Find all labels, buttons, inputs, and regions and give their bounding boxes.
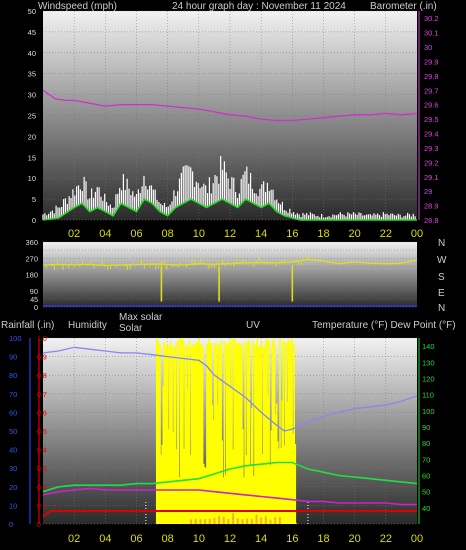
wind-tick-label: 50 [28,7,36,16]
time-tick-label-top: 22 [380,228,392,240]
humidity-axis-title: Humidity [68,320,107,331]
time-tick-label-top: 18 [317,228,329,240]
humidity-tick-label: 70 [9,390,17,399]
baro-tick-label: 28.8 [424,216,439,225]
temperature-tick-label: 100 [422,407,435,416]
direction-tick-label: 45 [30,297,38,304]
baro-tick-label: 29.6 [424,101,439,110]
baro-tick-label: 29.8 [424,72,439,81]
direction-tick-label: 0 [34,303,38,312]
time-tick-label-top: 02 [68,228,80,240]
humidity-tick-label: 50 [9,427,17,436]
baro-tick-label: 30.1 [424,29,439,38]
humidity-tick-label: 10 [9,501,17,510]
temperature-tick-label: 70 [422,455,430,464]
solar-title: Solar [119,323,143,334]
rain-axis-title: Rainfall (.in) [1,320,54,331]
temperature-tick-label: 140 [422,342,435,351]
direction-tick-label: 180 [25,271,38,280]
uv-title: UV [246,320,260,331]
max-solar-title: Max solar [119,312,163,323]
graph-title: 24 hour graph day : November 11 2024 [172,1,346,12]
baro-tick-label: 29.2 [424,158,439,167]
time-tick-label-top: 06 [130,228,142,240]
temperature-tick-label: 120 [422,374,435,383]
time-tick-label-bottom: 18 [317,533,329,545]
baro-tick-label: 30 [424,43,432,52]
time-tick-label-bottom: 16 [286,533,298,545]
direction-tick-label: 270 [25,254,38,263]
time-tick-label-top: 10 [193,228,205,240]
compass-e: E [438,288,445,299]
wind-tick-label: 40 [28,49,36,58]
compass-n-top: N [438,238,445,249]
time-tick-label-bottom: 10 [193,533,205,545]
baro-tick-label: 29.3 [424,144,439,153]
wind-tick-label: 20 [28,132,36,141]
humidity-tick-label: 80 [9,371,17,380]
wind-axis-title: Windspeed (mph) [38,1,117,12]
time-tick-label-bottom: 00 [411,533,423,545]
baro-tick-label: 29.9 [424,57,439,66]
wind-tick-label: 10 [28,174,36,183]
wind-tick-label: 30 [28,91,36,100]
baro-tick-label: 29 [424,187,432,196]
wind-tick-label: 15 [28,153,36,162]
time-tick-label-top: 04 [99,228,111,240]
baro-tick-label: 29.4 [424,130,439,139]
temperature-tick-label: 50 [422,488,430,497]
temperature-tick-label: 110 [422,391,434,400]
temperature-tick-label: 130 [422,358,435,367]
time-tick-label-top: 14 [255,228,267,240]
wind-tick-label: 0 [32,216,36,225]
humidity-tick-label: 20 [9,483,17,492]
humidity-tick-label: 100 [9,334,22,343]
time-tick-label-bottom: 20 [349,533,361,545]
temperature-tick-label: 40 [422,504,430,513]
baro-tick-label: 29.7 [424,86,439,95]
baro-tick-label: 29.5 [424,115,439,124]
baro-tick-label: 29.1 [424,173,439,182]
direction-tick-label: 360 [25,238,38,247]
time-tick-label-bottom: 12 [224,533,236,545]
time-tick-label-top: 12 [224,228,236,240]
time-tick-label-bottom: 06 [130,533,142,545]
humidity-tick-label: 40 [9,446,17,455]
humidity-tick-label: 30 [9,464,17,473]
compass-w: W [437,255,447,266]
temperature-tick-label: 90 [422,423,430,432]
wind-tick-label: 25 [28,112,36,121]
time-tick-label-bottom: 22 [380,533,392,545]
time-tick-label-top: 16 [286,228,298,240]
wind-tick-label: 45 [28,28,36,37]
humidity-tick-label: 90 [9,353,17,362]
wind-tick-label: 35 [28,70,36,79]
time-tick-label-bottom: 14 [255,533,267,545]
baro-tick-label: 28.9 [424,202,439,211]
temperature-tick-label: 80 [422,439,430,448]
time-tick-label-top: 00 [411,228,423,240]
time-tick-label-top: 08 [162,228,174,240]
compass-n-bottom: N [438,303,445,314]
baro-axis-title: Barometer (.in) [370,1,437,12]
temperature-tick-label: 60 [422,471,430,480]
direction-tick-label: 90 [30,287,38,296]
weather-graph: Windspeed (mph) 24 hour graph day : Nove… [1,1,456,545]
temperature-axis-title: Temperature (°F) Dew Point (°F) [312,320,456,331]
wind-tick-label: 5 [32,195,36,204]
compass-s: S [438,272,445,283]
humidity-tick-label: 60 [9,408,17,417]
time-tick-label-bottom: 04 [99,533,111,545]
humidity-tick-label: 0 [9,520,13,529]
baro-tick-label: 30.2 [424,14,439,23]
time-tick-label-top: 20 [349,228,361,240]
time-tick-label-bottom: 08 [162,533,174,545]
time-tick-label-bottom: 02 [68,533,80,545]
